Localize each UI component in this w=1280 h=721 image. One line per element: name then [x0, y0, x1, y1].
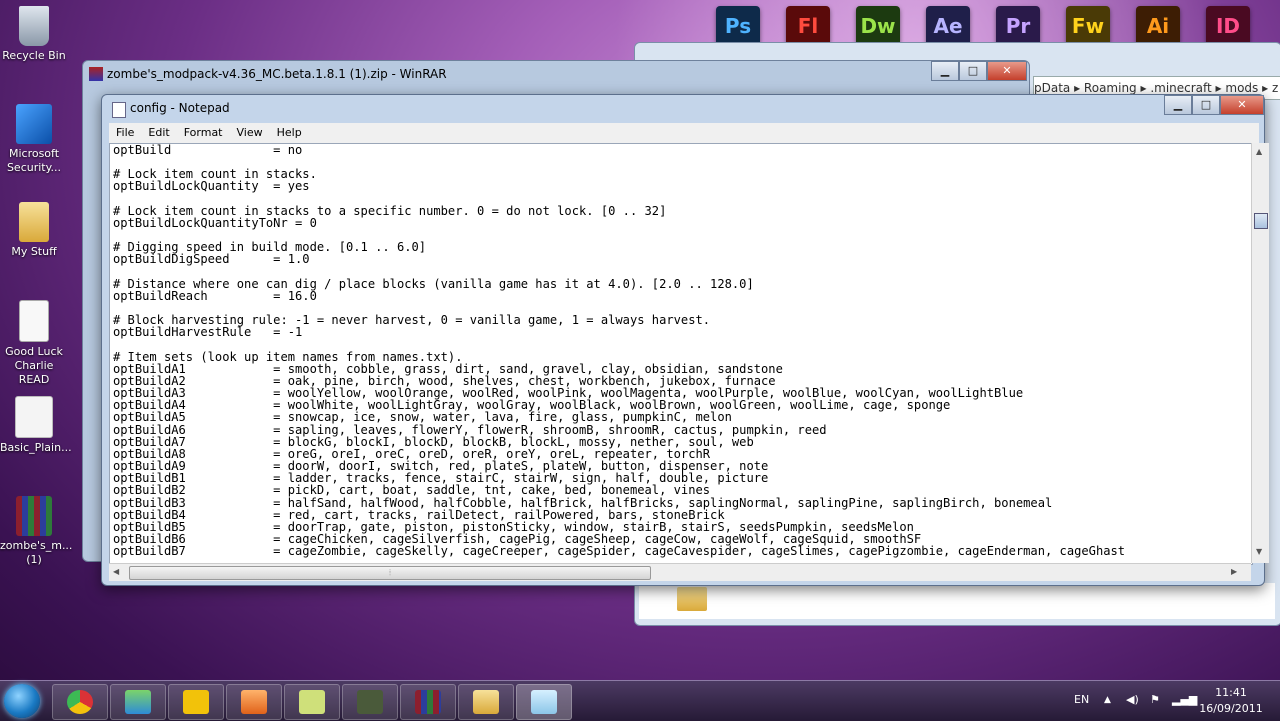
vertical-scroll-thumb[interactable] [1254, 213, 1268, 229]
taskbar-messenger[interactable] [110, 684, 166, 720]
close-button[interactable]: ✕ [987, 61, 1027, 81]
illustrator-icon[interactable]: Ai [1136, 6, 1180, 46]
menu-bar: File Edit Format View Help [109, 123, 1259, 143]
notepad-title: config - Notepad [130, 101, 230, 115]
chrome-icon [67, 690, 93, 714]
scroll-down-arrow-icon[interactable]: ▼ [1256, 547, 1262, 556]
desktop-icon-label: zombe's_m... (1) [0, 539, 73, 566]
desktop-icon-zombes-modpack[interactable]: zombe's_m... (1) [0, 496, 72, 567]
notepad-window[interactable]: config - Notepad ▁ □ ✕ File Edit Format … [101, 94, 1269, 586]
winrar-caption-buttons: ▁ □ ✕ [931, 61, 1027, 81]
folder-icon [19, 202, 49, 242]
close-button[interactable]: ✕ [1220, 95, 1264, 115]
scroll-right-arrow-icon[interactable]: ▶ [1231, 567, 1237, 576]
aim-running-man-icon [183, 690, 209, 714]
media-player-icon [241, 690, 267, 714]
horizontal-scroll-thumb[interactable]: ⦙ [129, 566, 651, 580]
shirt-image-icon [15, 396, 53, 438]
action-center-flag-icon[interactable]: ⚑ [1150, 693, 1160, 706]
minimize-button[interactable]: ▁ [931, 61, 959, 81]
text-editor-area[interactable]: optBuild = no # Lock item count in stack… [109, 143, 1253, 565]
minimize-button[interactable]: ▁ [1164, 95, 1192, 115]
indesign-icon[interactable]: ID [1206, 6, 1250, 46]
taskbar-sticky-notes[interactable] [284, 684, 340, 720]
scroll-left-arrow-icon[interactable]: ◀ [113, 567, 119, 576]
horizontal-scrollbar[interactable]: ◀ ⦙ ▶ [109, 563, 1251, 581]
show-hidden-icons-icon[interactable]: ▲ [1104, 695, 1111, 705]
text-file-icon [19, 300, 49, 342]
desktop-icon-basic-plain[interactable]: Basic_Plain... [0, 396, 72, 455]
desktop-icon-good-luck-charlie[interactable]: Good Luck Charlie READ [0, 300, 68, 387]
menu-help[interactable]: Help [270, 123, 309, 143]
desktop-icon-label: My Stuff [11, 245, 57, 258]
minecraft-icon [357, 690, 383, 714]
scroll-up-arrow-icon[interactable]: ▲ [1256, 147, 1262, 156]
desktop-icon-my-stuff[interactable]: My Stuff [0, 202, 68, 259]
menu-edit[interactable]: Edit [141, 123, 176, 143]
desktop-icon-microsoft-security[interactable]: Microsoft Security... [0, 104, 68, 175]
notepad-app-icon [112, 102, 126, 118]
folder-icon [473, 690, 499, 714]
premiere-icon[interactable]: Pr [996, 6, 1040, 46]
desktop-icon-label: Basic_Plain... [0, 441, 72, 454]
menu-view[interactable]: View [230, 123, 270, 143]
after-effects-icon[interactable]: Ae [926, 6, 970, 46]
taskbar-notepad[interactable] [516, 684, 572, 720]
taskbar-explorer[interactable] [458, 684, 514, 720]
explorer-content [639, 583, 1275, 619]
config-text: optBuild = no # Lock item count in stack… [113, 143, 1126, 559]
taskbar-chrome[interactable] [52, 684, 108, 720]
taskbar-media-player[interactable] [226, 684, 282, 720]
winrar-title: zombe's_modpack-v4.36_MC.beta.1.8.1 (1).… [107, 67, 447, 81]
taskbar-winrar[interactable] [400, 684, 456, 720]
clock-date: 16/09/2011 [1199, 702, 1263, 715]
desktop-icon-label: Recycle Bin [2, 49, 66, 62]
taskbar: EN ▲ ◀) ⚑ ▂▄▆ 11:41 16/09/2011 [0, 680, 1280, 721]
maximize-button[interactable]: □ [959, 61, 987, 81]
winrar-app-icon [89, 67, 103, 81]
taskbar-minecraft[interactable] [342, 684, 398, 720]
dreamweaver-icon[interactable]: Dw [856, 6, 900, 46]
notepad-caption-buttons: ▁ □ ✕ [1164, 95, 1264, 115]
menu-format[interactable]: Format [177, 123, 230, 143]
photoshop-icon[interactable]: Ps [716, 6, 760, 46]
shield-icon [16, 104, 52, 144]
desktop-icon-recycle-bin[interactable]: Recycle Bin [0, 6, 68, 63]
messenger-icon [125, 690, 151, 714]
flash-icon[interactable]: Fl [786, 6, 830, 46]
maximize-button[interactable]: □ [1192, 95, 1220, 115]
desktop-icon-label: Microsoft Security... [6, 147, 62, 174]
language-indicator[interactable]: EN [1074, 693, 1089, 706]
volume-icon[interactable]: ◀) [1126, 693, 1139, 706]
desktop-icon-label: Good Luck Charlie READ [5, 345, 63, 386]
vertical-scrollbar[interactable]: ▲ ▼ [1251, 143, 1269, 563]
notepad-icon [531, 690, 557, 714]
winrar-icon [415, 690, 441, 714]
sticky-notes-icon [299, 690, 325, 714]
start-button[interactable] [4, 684, 40, 718]
network-signal-icon[interactable]: ▂▄▆ [1172, 693, 1197, 706]
clock-time: 11:41 [1215, 686, 1247, 699]
winrar-archive-icon [16, 496, 52, 536]
taskbar-aim[interactable] [168, 684, 224, 720]
recycle-bin-icon [19, 6, 49, 46]
system-clock[interactable]: 11:41 16/09/2011 [1196, 685, 1266, 717]
fireworks-icon[interactable]: Fw [1066, 6, 1110, 46]
menu-file[interactable]: File [109, 123, 141, 143]
folder-icon [677, 587, 707, 611]
